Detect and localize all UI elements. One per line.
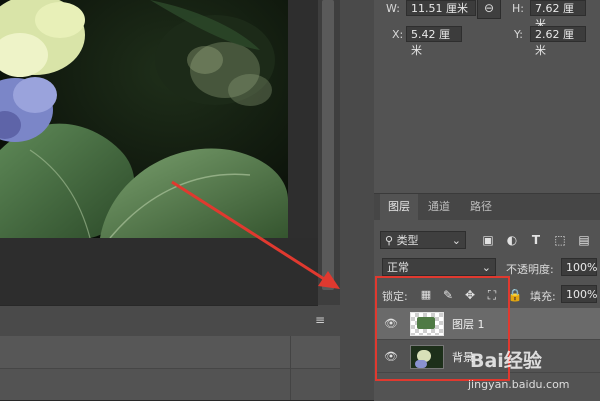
x-position-label: X: bbox=[392, 28, 404, 41]
fill-label: 填充: bbox=[530, 290, 556, 303]
y-position-field[interactable]: 2.62 厘米 bbox=[530, 26, 586, 57]
y-position-label: Y: bbox=[514, 28, 523, 41]
panel-menu-icon[interactable]: ≡ bbox=[314, 314, 326, 326]
filter-type-layer-icon[interactable]: T bbox=[528, 232, 544, 248]
x-position-field[interactable]: 5.42 厘米 bbox=[406, 26, 462, 57]
fill-field[interactable]: 100% bbox=[561, 285, 597, 303]
tab-paths[interactable]: 路径 bbox=[462, 194, 500, 220]
link-dimensions-icon[interactable]: ⊖ bbox=[477, 0, 501, 19]
filter-pixel-layer-icon[interactable]: ▣ bbox=[480, 232, 496, 248]
height-field[interactable]: 7.62 厘米 bbox=[530, 0, 586, 31]
baidu-jingyan-watermark: Bai经验 jingyan.baidu.com bbox=[466, 330, 600, 400]
height-label: H: bbox=[512, 2, 524, 15]
chevron-down-icon: ⌄ bbox=[481, 261, 491, 274]
filter-smart-object-icon[interactable]: ▤ bbox=[576, 232, 592, 248]
properties-panel: W: 11.51 厘米 H: 7.62 厘米 X: 5.42 厘米 Y: 2.6… bbox=[374, 0, 600, 190]
tab-layers[interactable]: 图层 bbox=[380, 194, 418, 220]
bottom-panel: ≡ bbox=[0, 306, 340, 400]
search-icon: ⚲ bbox=[385, 234, 394, 247]
opacity-label: 不透明度: bbox=[506, 263, 554, 276]
bottom-panel-header bbox=[0, 306, 340, 337]
blend-mode-select[interactable]: 正常 ⌄ bbox=[382, 258, 496, 276]
layer-filter-select[interactable]: ⚲ 类型 ⌄ bbox=[380, 231, 466, 249]
blend-mode-value: 正常 bbox=[387, 261, 409, 274]
tab-channels[interactable]: 通道 bbox=[420, 194, 458, 220]
layers-panel-tabs: 图层 通道 路径 bbox=[374, 194, 600, 220]
opacity-field[interactable]: 100% bbox=[561, 258, 597, 276]
watermark-url: jingyan.baidu.com bbox=[468, 378, 570, 391]
filter-adjustment-layer-icon[interactable]: ◐ bbox=[504, 232, 520, 248]
watermark-brand: Bai经验 bbox=[470, 350, 542, 372]
bottom-panel-row bbox=[0, 336, 340, 369]
width-field[interactable]: 11.51 厘米 bbox=[406, 0, 476, 16]
filter-shape-layer-icon[interactable]: ⬚ bbox=[552, 232, 568, 248]
width-label: W: bbox=[386, 2, 400, 15]
chevron-down-icon: ⌄ bbox=[451, 234, 461, 247]
bottom-panel-divider bbox=[290, 336, 291, 400]
layer-filter-value: 类型 bbox=[396, 234, 419, 247]
